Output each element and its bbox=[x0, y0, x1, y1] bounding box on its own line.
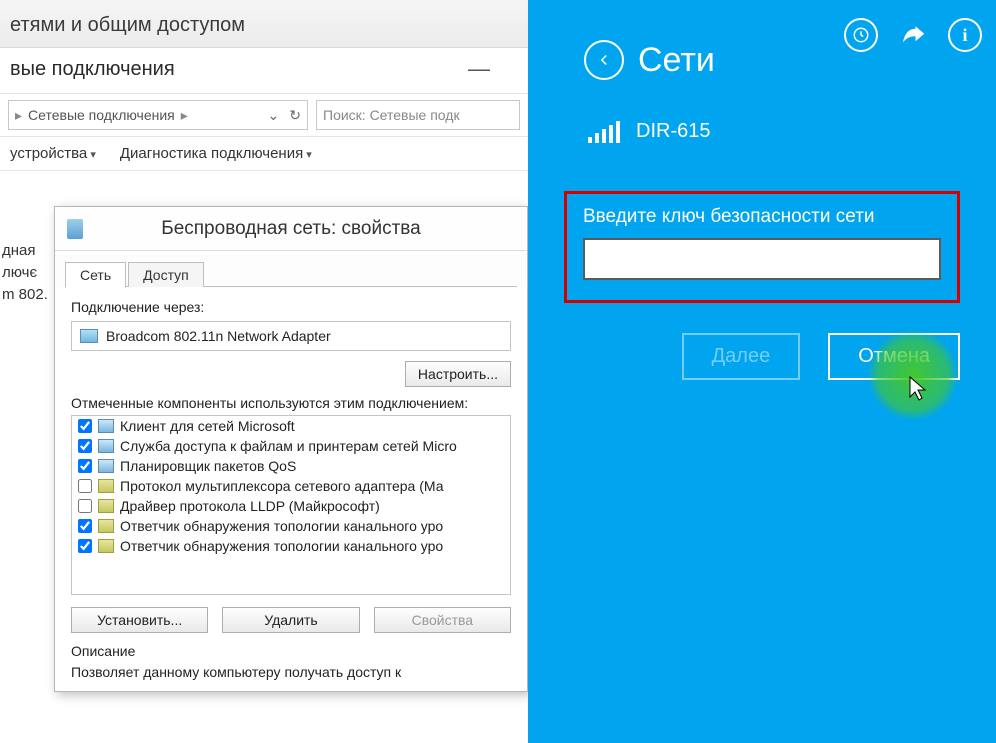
adapter-name: Broadcom 802.11n Network Adapter bbox=[106, 328, 331, 344]
network-buttons: Далее Отмена bbox=[528, 333, 960, 380]
install-button[interactable]: Установить... bbox=[71, 607, 208, 633]
search-placeholder: Поиск: Сетевые подк bbox=[323, 107, 460, 123]
component-label: Ответчик обнаружения топологии канальног… bbox=[120, 518, 443, 534]
tab-access[interactable]: Доступ bbox=[128, 262, 204, 287]
next-button[interactable]: Далее bbox=[682, 333, 801, 380]
component-item[interactable]: Служба доступа к файлам и принтерам сете… bbox=[72, 436, 510, 456]
fragment-line: m 802. bbox=[2, 284, 48, 306]
component-label: Драйвер протокола LLDP (Майкрософт) bbox=[120, 498, 380, 514]
component-label: Клиент для сетей Microsoft bbox=[120, 418, 295, 434]
info-icon[interactable]: i bbox=[948, 18, 982, 52]
networks-charm-panel: i Сети DIR-615 Введите ключ безопасности… bbox=[528, 0, 996, 743]
protocol-icon bbox=[98, 539, 114, 553]
toolbar-diagnostics[interactable]: Диагностика подключения bbox=[120, 145, 312, 162]
component-item[interactable]: Клиент для сетей Microsoft bbox=[72, 416, 510, 436]
component-label: Планировщик пакетов QoS bbox=[120, 458, 296, 474]
component-checkbox[interactable] bbox=[78, 539, 92, 553]
component-buttons: Установить... Удалить Свойства bbox=[71, 607, 511, 633]
properties-button[interactable]: Свойства bbox=[374, 607, 511, 633]
client-icon bbox=[98, 419, 114, 433]
cancel-button[interactable]: Отмена bbox=[828, 333, 960, 380]
breadcrumb-bar[interactable]: ▸ Сетевые подключения ▸ ⌄ ↻ bbox=[8, 100, 308, 130]
chevron-right-icon: ▸ bbox=[15, 107, 22, 124]
network-adapter-icon bbox=[80, 329, 98, 343]
adapter-icon bbox=[67, 219, 83, 239]
dropdown-icon[interactable]: ⌄ bbox=[268, 107, 280, 124]
configure-button[interactable]: Настроить... bbox=[405, 361, 511, 387]
address-toolbar: ▸ Сетевые подключения ▸ ⌄ ↻ Поиск: Сетев… bbox=[0, 94, 528, 137]
clock-icon[interactable] bbox=[844, 18, 878, 52]
component-item[interactable]: Драйвер протокола LLDP (Майкрософт) bbox=[72, 496, 510, 516]
security-key-label: Введите ключ безопасности сети bbox=[583, 206, 941, 228]
control-panel-title: етями и общим доступом — bbox=[0, 0, 528, 48]
chevron-right-icon: ▸ bbox=[181, 107, 188, 124]
components-listbox: Клиент для сетей Microsoft Служба доступ… bbox=[71, 415, 511, 595]
component-label: Ответчик обнаружения топологии канальног… bbox=[120, 538, 443, 554]
fragment-line: лючє bbox=[2, 262, 48, 284]
refresh-icon[interactable]: ↻ bbox=[289, 107, 301, 124]
protocol-icon bbox=[98, 519, 114, 533]
background-text-fragment: дная лючє m 802. bbox=[0, 240, 48, 306]
security-key-input[interactable] bbox=[583, 238, 941, 280]
tab-body-network: Подключение через: Broadcom 802.11n Netw… bbox=[55, 287, 527, 691]
component-checkbox[interactable] bbox=[78, 419, 92, 433]
service-icon bbox=[98, 459, 114, 473]
protocol-icon bbox=[98, 499, 114, 513]
components-scroll[interactable]: Клиент для сетей Microsoft Служба доступ… bbox=[72, 416, 510, 594]
component-checkbox[interactable] bbox=[78, 479, 92, 493]
component-item[interactable]: Планировщик пакетов QoS bbox=[72, 456, 510, 476]
command-bar: устройства Диагностика подключения bbox=[0, 137, 528, 171]
protocol-icon bbox=[98, 479, 114, 493]
adapter-field[interactable]: Broadcom 802.11n Network Adapter bbox=[71, 321, 511, 351]
wireless-properties-dialog: Беспроводная сеть: свойства Сеть Доступ … bbox=[54, 206, 528, 692]
share-icon[interactable] bbox=[896, 18, 930, 52]
search-input[interactable]: Поиск: Сетевые подк bbox=[316, 100, 520, 130]
component-checkbox[interactable] bbox=[78, 439, 92, 453]
network-item[interactable]: DIR-615 bbox=[528, 80, 996, 143]
security-key-highlight: Введите ключ безопасности сети bbox=[564, 191, 960, 303]
component-checkbox[interactable] bbox=[78, 499, 92, 513]
component-checkbox[interactable] bbox=[78, 459, 92, 473]
component-label: Служба доступа к файлам и принтерам сете… bbox=[120, 438, 457, 454]
minimize-button[interactable]: — bbox=[468, 56, 490, 82]
video-overlay-controls: i bbox=[844, 18, 982, 52]
fragment-line: дная bbox=[2, 240, 48, 262]
networks-title: Сети bbox=[638, 41, 715, 80]
service-icon bbox=[98, 439, 114, 453]
description-group: Описание Позволяет данному компьютеру по… bbox=[71, 643, 511, 681]
tab-strip: Сеть Доступ bbox=[55, 251, 527, 287]
page-subtitle: вые подключения bbox=[0, 48, 528, 94]
component-item[interactable]: Протокол мультиплексора сетевого адаптер… bbox=[72, 476, 510, 496]
network-name: DIR-615 bbox=[636, 120, 710, 143]
dialog-titlebar[interactable]: Беспроводная сеть: свойства bbox=[55, 207, 527, 251]
toolbar-devices[interactable]: устройства bbox=[10, 145, 96, 162]
back-button[interactable] bbox=[584, 40, 624, 80]
breadcrumb-text: Сетевые подключения bbox=[28, 107, 175, 123]
tab-network[interactable]: Сеть bbox=[65, 262, 126, 288]
component-item[interactable]: Ответчик обнаружения топологии канальног… bbox=[72, 536, 510, 556]
dialog-title: Беспроводная сеть: свойства bbox=[161, 218, 421, 240]
remove-button[interactable]: Удалить bbox=[222, 607, 359, 633]
wifi-signal-icon bbox=[588, 121, 620, 143]
component-item[interactable]: Ответчик обнаружения топологии канальног… bbox=[72, 516, 510, 536]
description-text: Позволяет данному компьютеру получать до… bbox=[71, 663, 511, 681]
connect-via-label: Подключение через: bbox=[71, 299, 511, 315]
title-text: етями и общим доступом bbox=[10, 14, 245, 36]
component-label: Протокол мультиплексора сетевого адаптер… bbox=[120, 478, 443, 494]
component-checkbox[interactable] bbox=[78, 519, 92, 533]
components-label: Отмеченные компоненты используются этим … bbox=[71, 395, 511, 411]
description-heading: Описание bbox=[71, 643, 511, 659]
